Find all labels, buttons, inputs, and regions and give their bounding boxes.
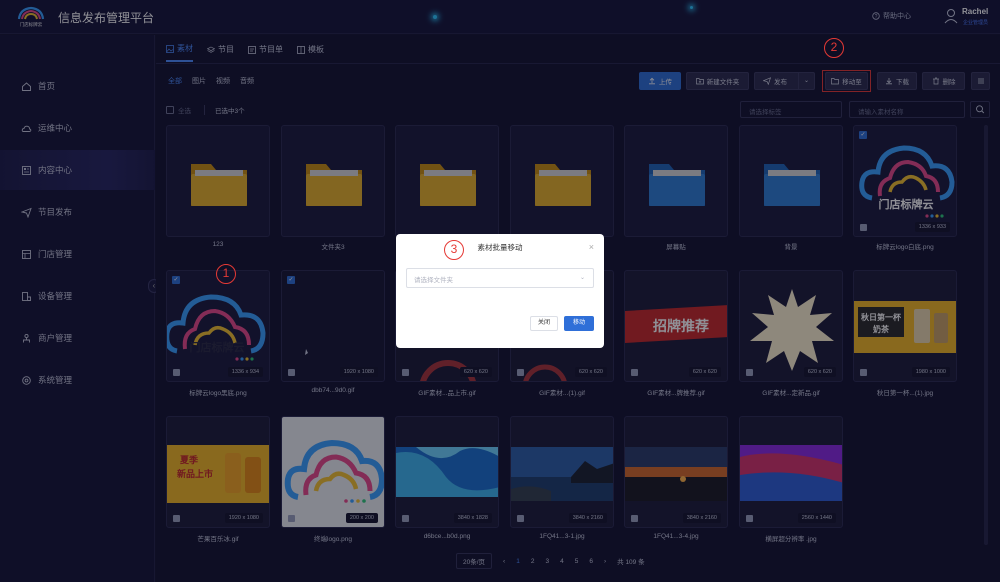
close-icon[interactable]: × <box>589 242 594 252</box>
confirm-move-button[interactable]: 移动 <box>564 316 594 331</box>
chevron-down-icon: ⌄ <box>579 275 585 281</box>
batch-move-dialog: 素材批量移动 × 请选择文件夹 ⌄ 关闭 移动 <box>396 234 604 348</box>
annotation-marker: 1 <box>216 264 236 284</box>
cancel-button[interactable]: 关闭 <box>530 316 558 331</box>
annotation-marker: 3 <box>444 240 464 260</box>
folder-select-placeholder: 请选择文件夹 <box>414 277 453 284</box>
folder-select[interactable]: 请选择文件夹 ⌄ <box>406 268 594 288</box>
dialog-title: 素材批量移动 <box>477 243 523 252</box>
annotation-marker: 2 <box>824 38 844 58</box>
